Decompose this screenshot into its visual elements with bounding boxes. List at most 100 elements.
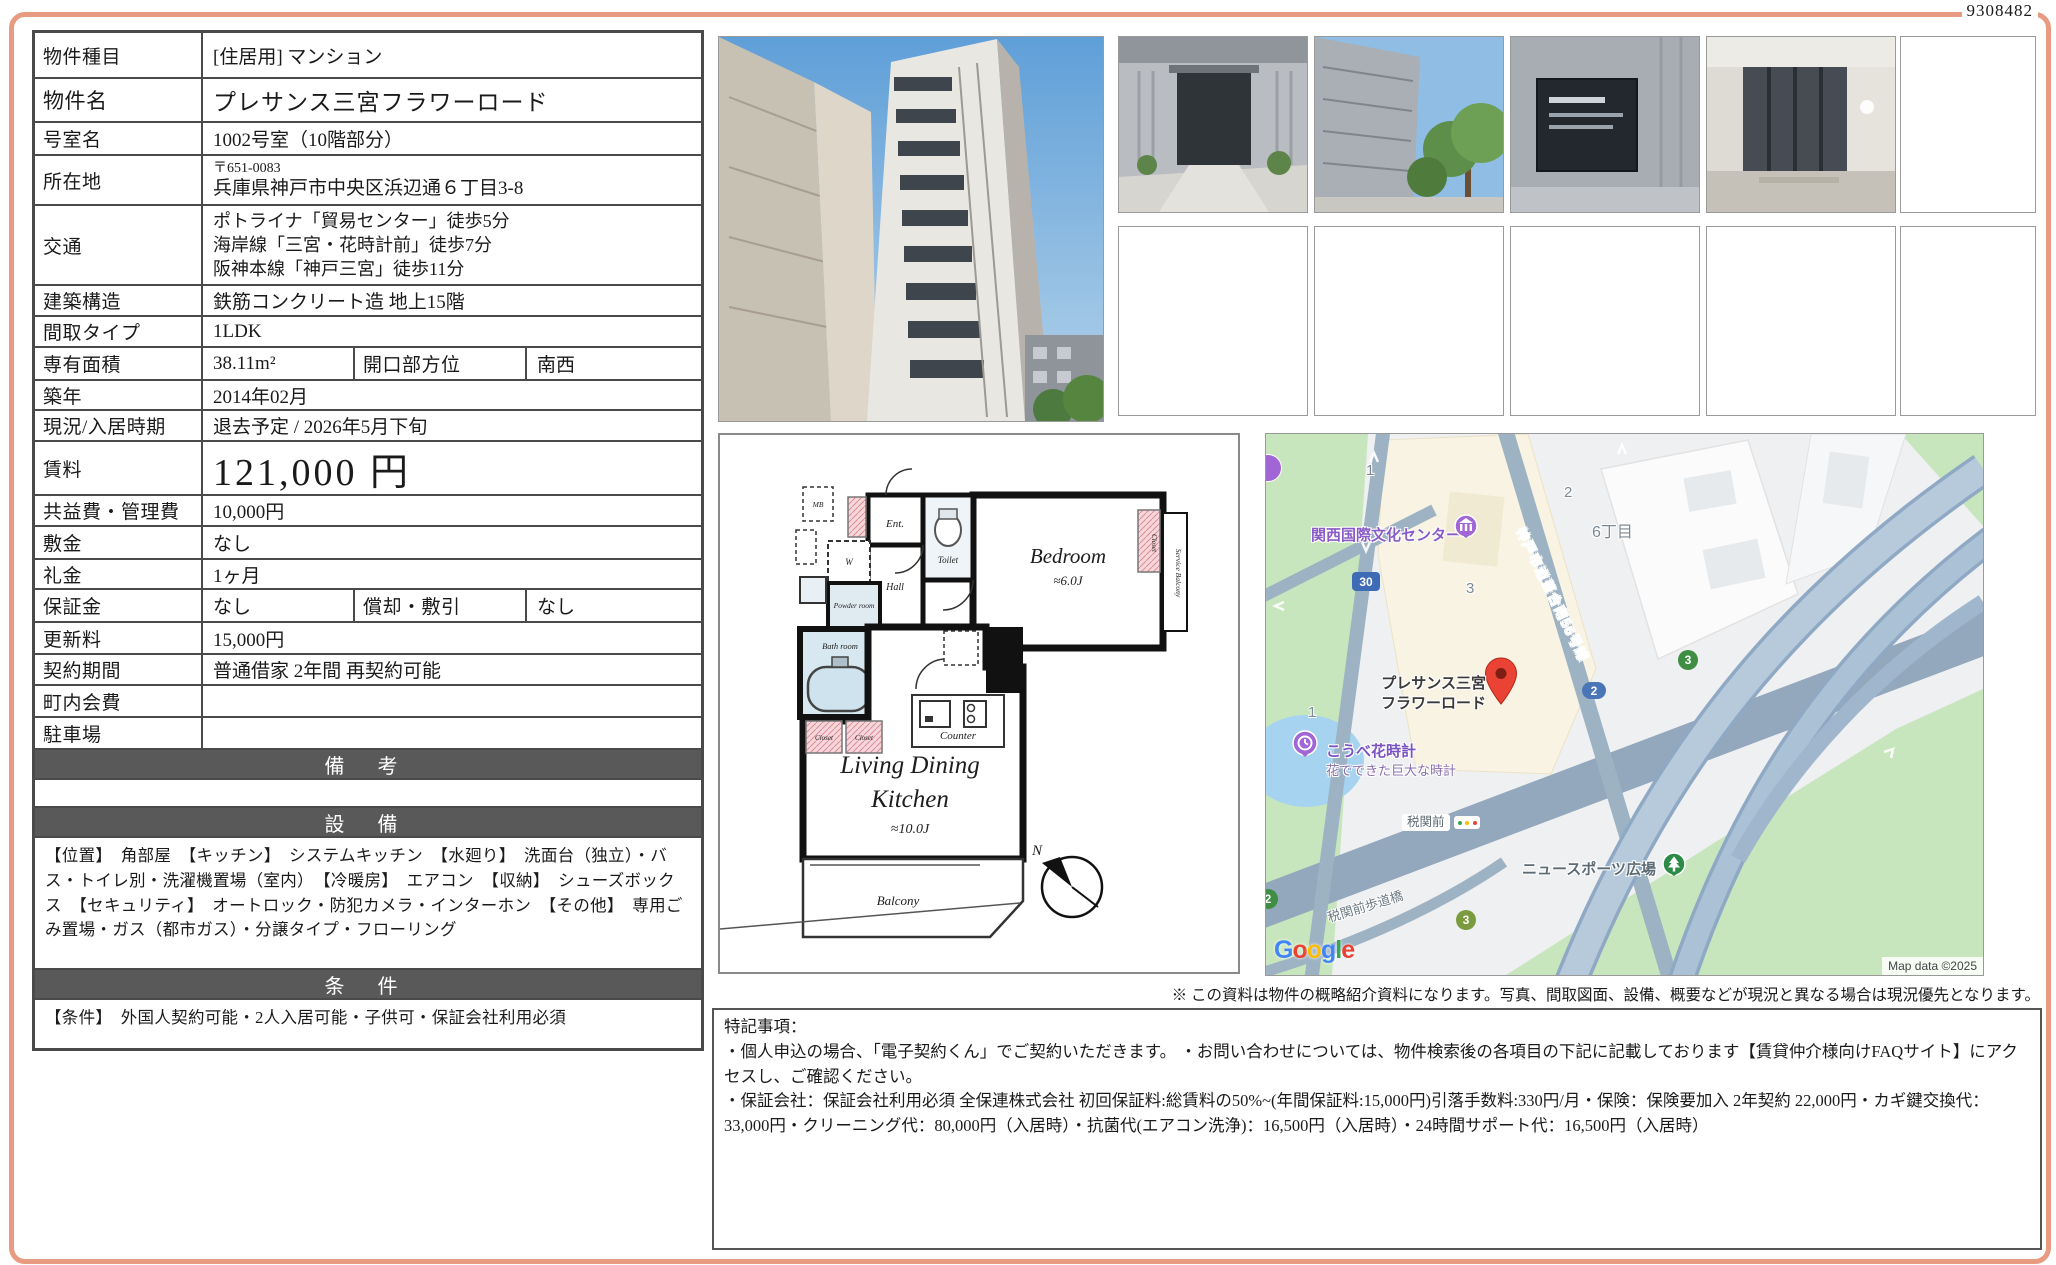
- row-label: 共益費・管理費: [35, 496, 203, 525]
- sub-photo-entrance: [1118, 36, 1308, 213]
- row-label: 現況/入居時期: [35, 411, 203, 440]
- table-row-structure: 建築構造 鉄筋コンクリート造 地上15階: [35, 286, 701, 317]
- lobby-interior-image: [1707, 37, 1895, 212]
- property-pin-label-line2: フラワーロード: [1354, 694, 1486, 714]
- property-location-pin: [1483, 656, 1519, 706]
- row-value: 1LDK: [203, 317, 701, 346]
- special-notes-title: 特記事項：: [724, 1015, 2030, 1040]
- floorplan-closet-label: Closet: [815, 734, 834, 742]
- row-value: 1002号室（10階部分）: [203, 123, 701, 154]
- table-row-hoshokin: 保証金 なし 償却・敷引 なし: [35, 590, 701, 623]
- row-value: 2014年02月: [203, 381, 701, 409]
- floorplan-bedroom-size: ≈6.0J: [1053, 573, 1083, 588]
- row-label: 敷金: [35, 527, 203, 558]
- table-row-room: 号室名 1002号室（10階部分）: [35, 123, 701, 156]
- traffic-light-icon: [1454, 816, 1480, 829]
- row-value: 退去予定 / 2026年5月下旬: [203, 411, 701, 440]
- floorplan-closet-label: Closet: [1150, 534, 1158, 553]
- row-label: 号室名: [35, 123, 203, 154]
- conditions-text: 【条件】 外国人契約可能・2人入居可能・子供可・保証会社利用必須: [35, 1000, 576, 1048]
- row-label: 間取タイプ: [35, 317, 203, 346]
- route-shield-3: 3: [1678, 650, 1698, 670]
- equipment-content-row: 【位置】 角部屋 【キッチン】 システムキッチン 【水廻り】 洗面台（独立）・バ…: [35, 838, 701, 970]
- district-label: 6丁目: [1592, 518, 1633, 542]
- table-row-contract: 契約期間 普通借家 2年間 再契約可能: [35, 655, 701, 686]
- block-number: 3: [1466, 580, 1474, 597]
- property-name: プレサンス三宮フラワーロード: [203, 79, 701, 121]
- table-row-built: 築年 2014年02月: [35, 381, 701, 411]
- map-attribution: Map data ©2025: [1882, 957, 1983, 975]
- row-value: 普通借家 2年間 再契約可能: [203, 655, 701, 684]
- table-row-parking: 駐車場: [35, 718, 701, 750]
- building-corner-image: [1315, 37, 1503, 212]
- row-label: 物件種目: [35, 33, 203, 77]
- remarks-content-row: [35, 780, 701, 808]
- row-label: 所在地: [35, 156, 203, 204]
- access-line: 海岸線「三宮・花時計前」徒歩7分: [213, 233, 492, 257]
- floor-plan-drawing: N Bedroom ≈6.0J Toilet Ent. Hall Bath ro…: [720, 435, 1238, 972]
- floorplan-hall-label: Hall: [885, 582, 904, 593]
- document-number: 9308482: [1962, 1, 2039, 21]
- empty-photo-frame: [1706, 226, 1896, 416]
- row-value: [203, 686, 701, 716]
- row-label: 専有面積: [35, 348, 203, 379]
- equipment-text: 【位置】 角部屋 【キッチン】 システムキッチン 【水廻り】 洗面台（独立）・バ…: [35, 838, 701, 968]
- park-tree-icon: [1662, 852, 1686, 882]
- table-row-deposit: 敷金 なし: [35, 527, 701, 560]
- row-value2: なし: [527, 590, 701, 621]
- route-shield-30: 30: [1352, 572, 1380, 591]
- conditions-content-row: 【条件】 外国人契約可能・2人入居可能・子供可・保証会社利用必須: [35, 1000, 701, 1048]
- floorplan-toilet-label: Toilet: [938, 555, 959, 565]
- property-spec-table: 物件種目 [住居用] マンション 物件名 プレサンス三宮フラワーロード 号室名 …: [32, 30, 704, 1051]
- floorplan-counter-label: Counter: [940, 730, 977, 742]
- floorplan-mb-label: MB: [812, 500, 824, 509]
- location-map: 関西国際文化センター 神戸市道葺合南56号線 1 2 6丁目 3 1 30 2 …: [1265, 433, 1984, 976]
- compass-north-label: N: [1031, 843, 1043, 859]
- disclaimer-note: ※ この資料は物件の概略紹介資料になります。写真、間取図面、設備、概要などが現況…: [640, 983, 2040, 1005]
- name-plaque-image: [1511, 37, 1699, 212]
- row-value: 〒651-0083 兵庫県神戸市中央区浜辺通６丁目3-8: [203, 156, 701, 204]
- table-row-status: 現況/入居時期 退去予定 / 2026年5月下旬: [35, 411, 701, 442]
- row-label: 賃料: [35, 442, 203, 494]
- row-value: ポトライナ「貿易センター」徒歩5分 海岸線「三宮・花時計前」徒歩7分 阪神本線「…: [203, 206, 701, 284]
- empty-photo-frame: [1900, 36, 2036, 213]
- row-label: 保証金: [35, 590, 203, 621]
- row-value2: 南西: [527, 348, 701, 379]
- floorplan-ldk-label-line2: Kitchen: [870, 786, 949, 813]
- block-number: 1: [1308, 704, 1316, 721]
- row-label2: 償却・敷引: [355, 590, 527, 621]
- address-text: 兵庫県神戸市中央区浜辺通６丁目3-8: [213, 177, 523, 200]
- row-value: 鉄筋コンクリート造 地上15階: [203, 286, 701, 315]
- row-label2: 開口部方位: [355, 348, 527, 379]
- access-line: 阪神本線「神戸三宮」徒歩11分: [213, 257, 464, 281]
- table-row-layout: 間取タイプ 1LDK: [35, 317, 701, 348]
- floorplan-balcony-label: Balcony: [877, 893, 920, 908]
- row-label: 更新料: [35, 623, 203, 653]
- remarks-value: [35, 780, 701, 806]
- empty-photo-frame: [1314, 226, 1504, 416]
- access-line: ポトライナ「貿易センター」徒歩5分: [213, 209, 510, 233]
- floorplan-closet-label: Closet: [855, 734, 874, 742]
- block-number: 2: [1564, 484, 1572, 501]
- row-value: [住居用] マンション: [203, 33, 701, 77]
- postal-code: 〒651-0083: [213, 160, 281, 177]
- empty-photo-frame: [1510, 226, 1700, 416]
- row-label: 築年: [35, 381, 203, 409]
- row-value: 38.11m²: [203, 348, 355, 379]
- row-label: 駐車場: [35, 718, 203, 748]
- google-logo: Google: [1274, 936, 1354, 965]
- property-pin-label-line1: プレサンス三宮: [1354, 674, 1486, 694]
- flower-clock-icon: [1292, 730, 1318, 764]
- poi-label-culture-center: 関西国際文化センター: [1311, 524, 1461, 545]
- row-label: 礼金: [35, 560, 203, 588]
- sub-photo-nameplate: [1510, 36, 1700, 213]
- special-notes-line2: ・保証会社：保証会社利用必須 全保連株式会社 初回保証料:総賃料の50%~(年間…: [724, 1089, 2030, 1139]
- row-value: なし: [203, 527, 701, 558]
- floorplan-ldk-size: ≈10.0J: [891, 822, 930, 837]
- row-value: なし: [203, 590, 355, 621]
- table-row-name: 物件名 プレサンス三宮フラワーロード: [35, 79, 701, 123]
- rent-amount: 121,000 円: [203, 442, 701, 494]
- floorplan-bedroom-label: Bedroom: [1030, 544, 1106, 568]
- row-value: 10,000円: [203, 496, 701, 525]
- row-value: [203, 718, 701, 748]
